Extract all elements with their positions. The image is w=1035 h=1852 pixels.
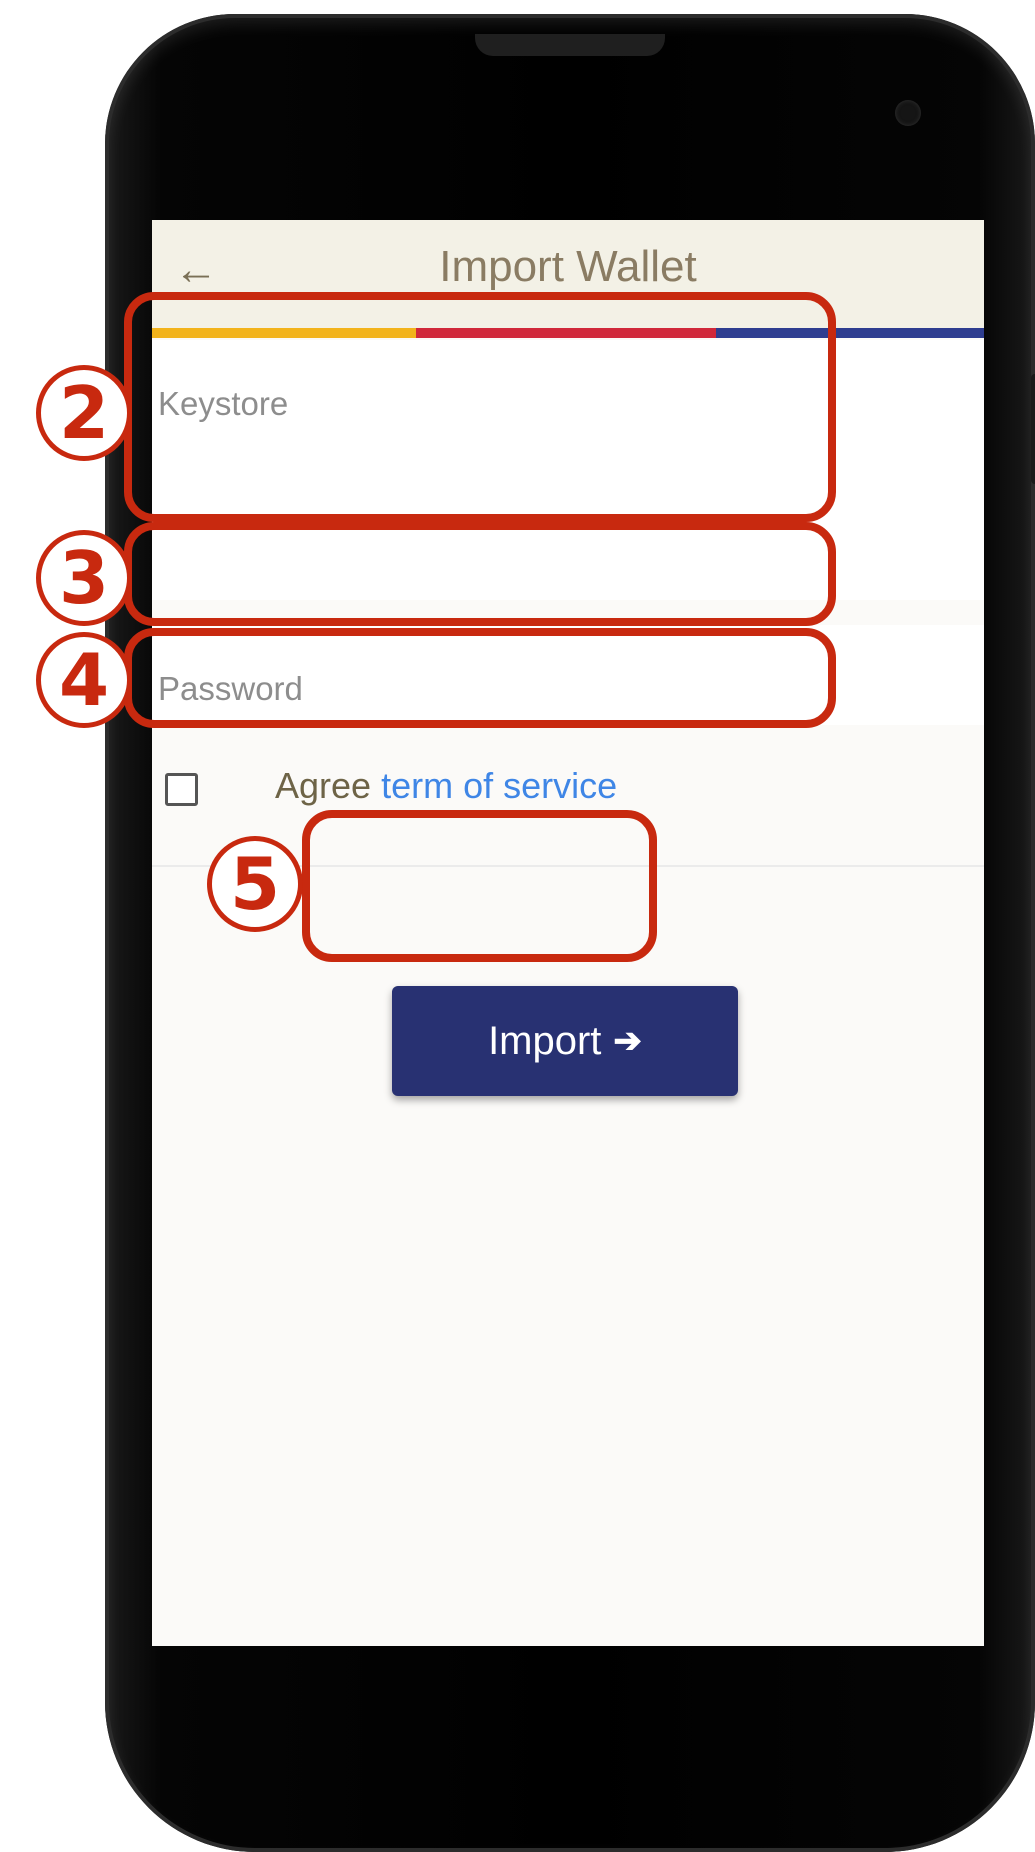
- agree-text: Agree: [275, 765, 372, 806]
- step-badge-4: 4: [36, 632, 132, 728]
- import-button-label: Import: [488, 1018, 602, 1063]
- phone-side-button: [1031, 374, 1035, 484]
- step-badge-2: 2: [36, 365, 132, 461]
- step-badge-3: 3: [36, 530, 132, 626]
- terms-checkbox[interactable]: [165, 773, 198, 806]
- page-title: Import Wallet: [439, 242, 697, 291]
- arrow-right-icon: ➔: [613, 1022, 642, 1060]
- terms-of-service-link[interactable]: term of service: [381, 765, 617, 806]
- phone-camera: [895, 100, 921, 126]
- highlight-keystore: [124, 292, 836, 522]
- highlight-terms: [124, 628, 836, 728]
- terms-label: Agree term of service: [275, 765, 617, 807]
- phone-speaker: [475, 34, 665, 56]
- import-button[interactable]: Import ➔: [392, 986, 738, 1096]
- highlight-import-button: [302, 810, 657, 962]
- step-badge-5: 5: [207, 836, 303, 932]
- highlight-password: [124, 522, 836, 626]
